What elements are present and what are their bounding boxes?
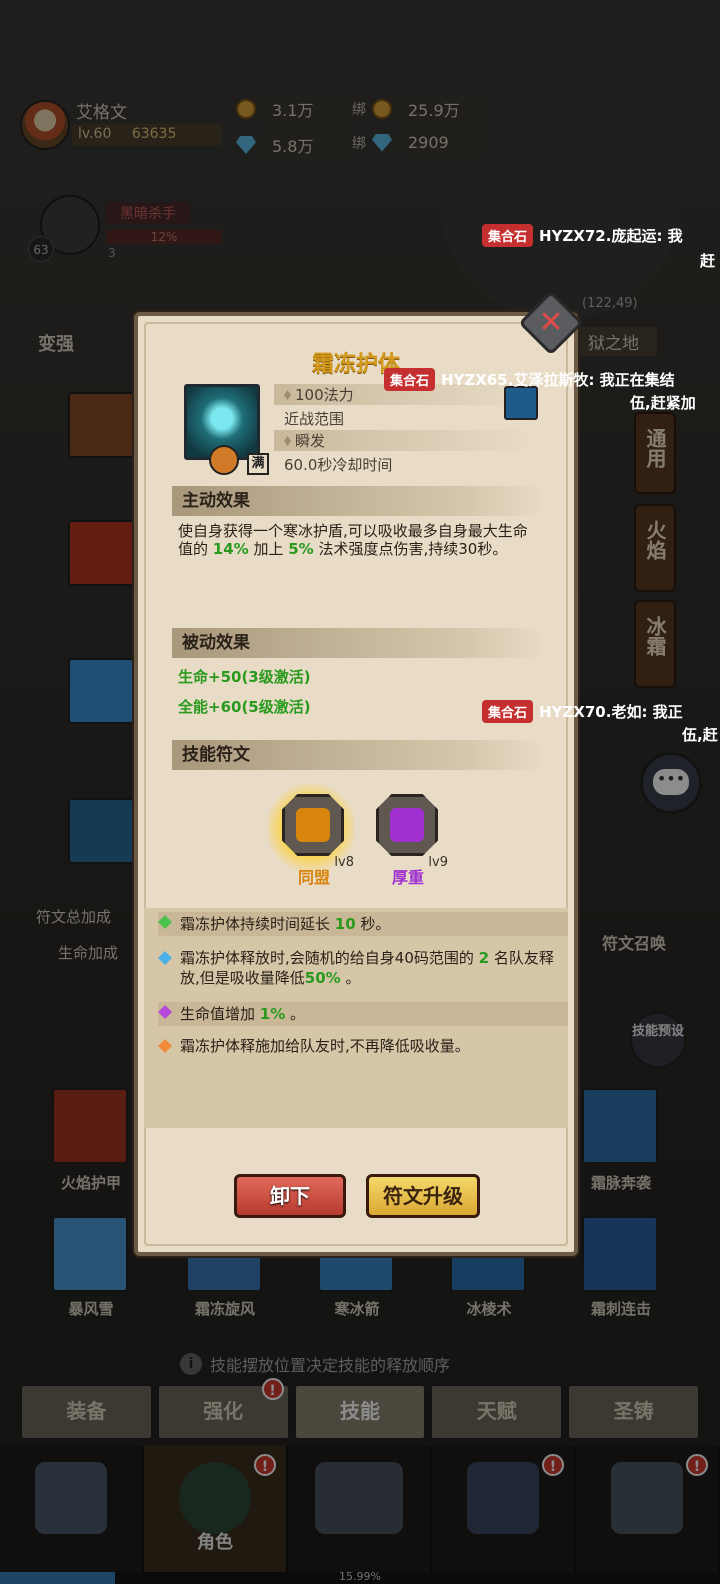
bonus-text: 。 [285, 1005, 306, 1023]
chat-message-2[interactable]: 集合石 HYZX65.艾泽拉斯牧: 我正在集结 [384, 368, 675, 391]
refresh-swirl-icon [504, 386, 538, 420]
cast-time: 瞬发 [274, 430, 534, 451]
chat-tag: 集合石 [482, 700, 534, 723]
lion-crest-icon [296, 808, 330, 842]
blue-diamond-icon [158, 951, 172, 965]
chat-tag: 集合石 [482, 224, 534, 247]
mana-cost-text: 100法力 [295, 386, 354, 404]
bonus-row-1: 霜冻护体持续时间延长 10 秒。 [158, 912, 568, 936]
rune-heavy[interactable]: lv9 [376, 794, 448, 870]
active-effect-description: 使自身获得一个寒冰护盾,可以吸收最多自身最大生命值的 14% 加上 5% 法术强… [178, 522, 538, 558]
chat-tag: 集合石 [384, 368, 436, 391]
rune-alliance[interactable]: lv8 [282, 794, 354, 870]
rune-alliance-name: 同盟 [297, 868, 330, 887]
chat-message-1-line2: 赶 [700, 252, 716, 270]
passive-2: 全能+60(5级激活) [178, 698, 311, 716]
rune-lock-icon [209, 445, 239, 475]
chat-message-3-line2: 伍,赶 [682, 726, 718, 744]
desc-part: 加上 [248, 540, 289, 558]
desc-part: 法术强度点伤害,持续30秒。 [313, 540, 508, 558]
chat-text: HYZX72.庞起运: 我 [539, 227, 683, 245]
passive-effect-header: 被动效果 [172, 628, 544, 658]
passive-1: 生命+50(3级激活) [178, 668, 311, 686]
bonus-text: 生命值增加 [180, 1005, 260, 1023]
skill-range: 近战范围 [284, 410, 345, 428]
bonus-row-3: 生命值增加 1% 。 [158, 1002, 568, 1026]
bonus-value: 10 [334, 915, 356, 933]
bullet-diamond-icon [284, 390, 291, 400]
orange-diamond-icon [158, 1039, 172, 1053]
bonus-text: 霜冻护体释放时,会随机的给自身40码范围的 [180, 949, 479, 967]
bonus-text: 秒。 [355, 915, 391, 933]
chat-text: HYZX65.艾泽拉斯牧: 我正在集结 [441, 371, 675, 389]
bullet-diamond-icon [284, 436, 291, 446]
unload-button[interactable]: 卸下 [234, 1174, 346, 1218]
bonus-text: 霜冻护体释施加给队友时,不再降低吸收量。 [180, 1037, 470, 1055]
cooldown: 60.0秒冷却时间 [284, 456, 393, 474]
chat-message-3[interactable]: 集合石 HYZX70.老如: 我正 [482, 700, 683, 723]
skill-emblem-icon: 满 [184, 384, 269, 475]
skill-detail-dialog: 霜冻护体 满 100法力 近战范围 瞬发 60.0秒冷却时间 主动效果 使自身获… [134, 312, 578, 1256]
rune-heavy-name: 厚重 [391, 868, 424, 887]
chat-message-2-line2: 伍,赶紧加 [630, 394, 696, 412]
cube-icon [390, 808, 424, 842]
bonus-text: 霜冻护体持续时间延长 [180, 915, 335, 933]
bonus-row-2: 霜冻护体释放时,会随机的给自身40码范围的 2 名队友释放,但是吸收量降低50%… [158, 948, 568, 988]
skill-rune-header: 技能符文 [172, 740, 544, 770]
chat-text: HYZX70.老如: 我正 [539, 703, 683, 721]
green-diamond-icon [158, 915, 172, 929]
active-effect-header: 主动效果 [172, 486, 544, 516]
max-level-badge: 满 [247, 453, 269, 475]
bonus-row-4: 霜冻护体释施加给队友时,不再降低吸收量。 [158, 1036, 568, 1056]
bonus-value: 50% [304, 969, 341, 987]
close-icon: ✕ [538, 305, 564, 340]
desc-value: 5% [288, 540, 314, 558]
bonus-value: 1% [259, 1005, 286, 1023]
bonus-value: 2 [478, 949, 490, 967]
chat-message-1[interactable]: 集合石 HYZX72.庞起运: 我 [482, 224, 683, 247]
desc-value: 14% [212, 540, 249, 558]
purple-diamond-icon [158, 1005, 172, 1019]
bonus-text: 。 [340, 969, 361, 987]
rune-bonus-panel: 霜冻护体持续时间延长 10 秒。 霜冻护体释放时,会随机的给自身40码范围的 2… [144, 908, 568, 1128]
rune-upgrade-button[interactable]: 符文升级 [366, 1174, 480, 1218]
cast-time-text: 瞬发 [295, 432, 326, 450]
